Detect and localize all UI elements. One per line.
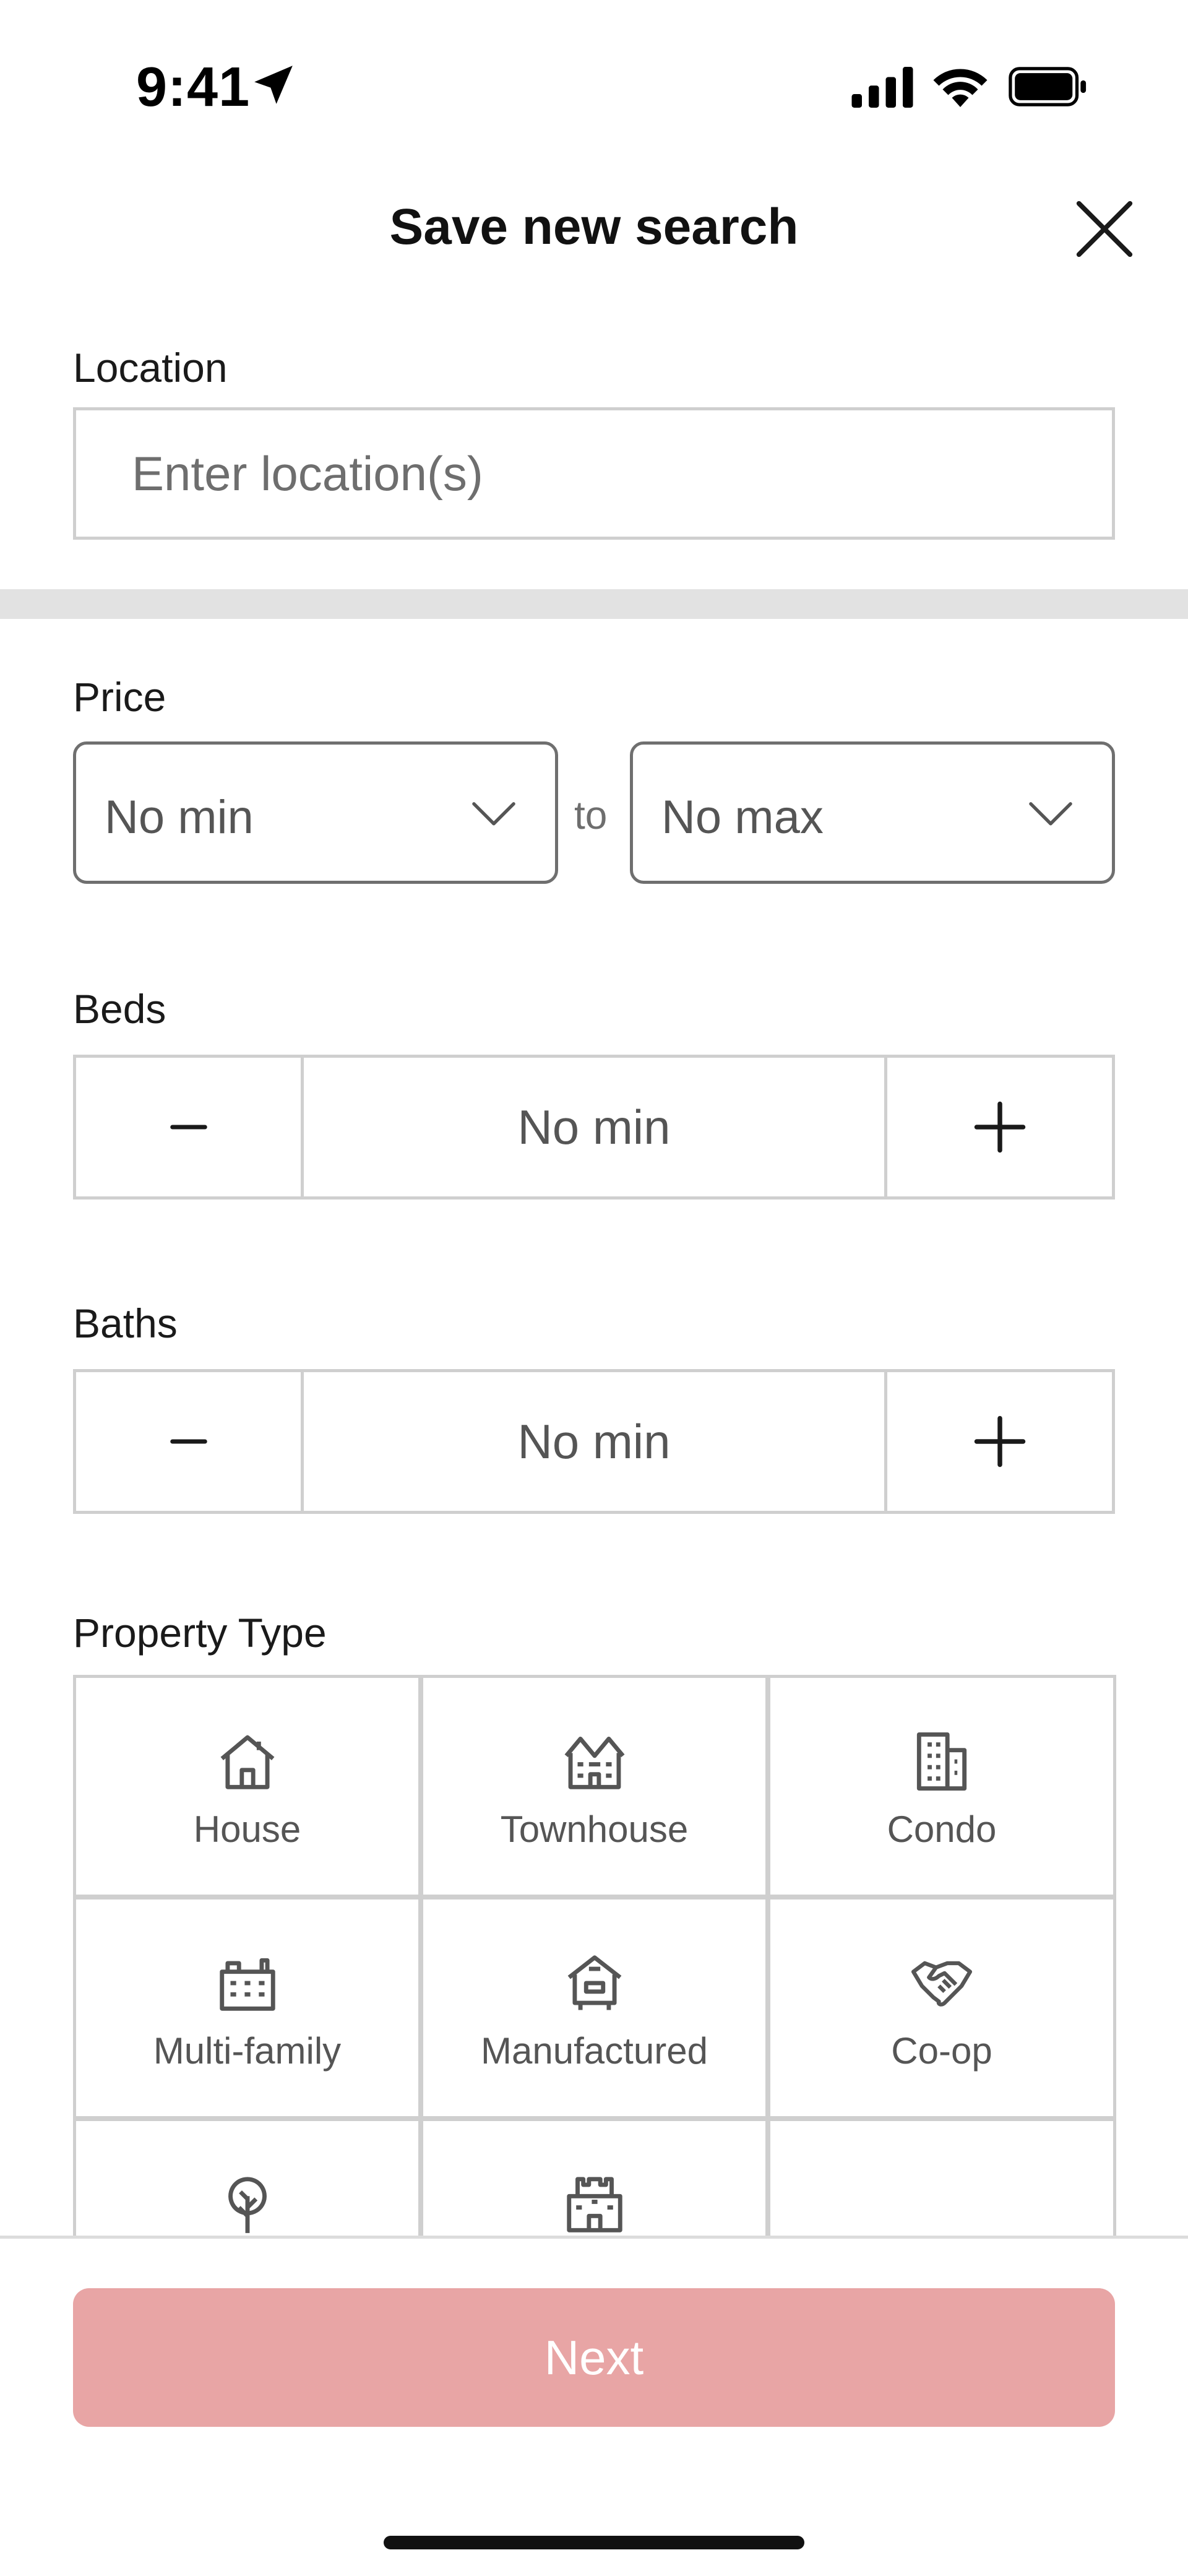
house-icon (220, 1735, 274, 1789)
save-search-screen: 9:41 Save new search Location Price N (0, 0, 1188, 2576)
chevron-down-icon (472, 802, 515, 826)
beds-stepper: No min (73, 1055, 1115, 1199)
baths-stepper: No min (73, 1369, 1115, 1514)
price-range-connector: to (574, 793, 608, 837)
baths-increment-button[interactable] (884, 1372, 1112, 1511)
page-title: Save new search (389, 199, 799, 255)
property-type-label-text: Townhouse (500, 1809, 689, 1850)
price-max-select[interactable]: No max (630, 741, 1115, 884)
beds-label: Beds (73, 986, 166, 1032)
home-indicator (384, 2536, 804, 2549)
co-op-icon (911, 1961, 973, 2007)
location-label: Location (73, 345, 228, 391)
cellular-signal-icon (851, 67, 913, 108)
property-type-condo[interactable]: Condo (767, 1675, 1116, 1898)
condo-icon (916, 1732, 967, 1791)
plus-icon (974, 1101, 1025, 1153)
multi-family-icon (219, 1958, 275, 2011)
property-type-label-text: Condo (887, 1809, 997, 1850)
next-button[interactable]: Next (73, 2288, 1115, 2427)
property-type-label-text: Manufactured (481, 2030, 708, 2072)
bottom-action-bar: Next (0, 2236, 1188, 2576)
plus-icon (974, 1416, 1025, 1467)
wifi-icon (933, 69, 988, 107)
property-type-multi-family[interactable]: Multi-family (73, 1896, 421, 2119)
property-type-label-text: Co-op (891, 2030, 992, 2072)
land-icon (228, 2177, 267, 2233)
section-divider (0, 589, 1188, 619)
property-type-manufactured[interactable]: Manufactured (420, 1896, 768, 2119)
status-time: 9:41 (136, 56, 251, 118)
baths-value: No min (517, 1414, 671, 1469)
baths-decrement-button[interactable] (76, 1372, 304, 1511)
other-building-icon (566, 2177, 622, 2232)
property-type-townhouse[interactable]: Townhouse (420, 1675, 768, 1898)
location-arrow-icon (254, 66, 293, 104)
price-label: Price (73, 674, 166, 720)
minus-icon (170, 1125, 207, 1130)
price-min-value: No min (105, 791, 254, 844)
beds-increment-button[interactable] (884, 1058, 1112, 1196)
townhouse-icon (564, 1736, 624, 1789)
location-input[interactable] (73, 407, 1115, 540)
price-min-select[interactable]: No min (73, 741, 558, 884)
battery-icon (1009, 67, 1087, 106)
manufactured-icon (567, 1955, 621, 2010)
chevron-down-icon (1029, 802, 1072, 826)
property-type-label-text: Multi-family (153, 2030, 342, 2072)
property-type-label: Property Type (73, 1610, 327, 1656)
baths-label: Baths (73, 1300, 178, 1346)
status-bar: 9:41 (0, 0, 1188, 149)
price-max-value: No max (661, 791, 824, 844)
property-type-house[interactable]: House (73, 1675, 421, 1898)
close-icon[interactable] (1070, 195, 1138, 263)
property-type-co-op[interactable]: Co-op (767, 1896, 1116, 2119)
minus-icon (170, 1439, 207, 1444)
property-type-label-text: House (193, 1809, 301, 1850)
beds-value: No min (517, 1099, 671, 1154)
beds-decrement-button[interactable] (76, 1058, 304, 1196)
